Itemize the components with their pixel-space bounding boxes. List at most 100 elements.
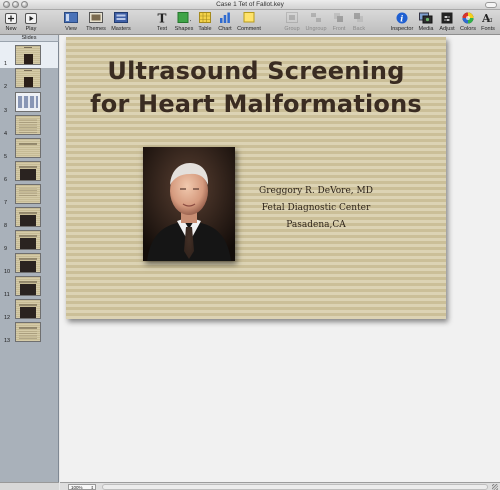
chart-icon — [218, 12, 232, 24]
info-icon: i — [395, 12, 409, 24]
slide-title-line-2: for Heart Malformations — [90, 90, 422, 118]
text-icon: T — [155, 12, 169, 24]
themes-button[interactable]: Themes — [84, 12, 108, 32]
slide-number-3: 3 — [4, 108, 8, 114]
front-label: Front — [332, 26, 346, 32]
current-slide[interactable]: Ultrasound Screening for Heart Malformat… — [66, 37, 446, 319]
slide-number-10: 10 — [4, 269, 11, 275]
ungroup-icon — [309, 12, 323, 24]
slide-number-11: 11 — [4, 292, 10, 298]
view-button[interactable]: View — [59, 12, 83, 32]
slide-thumbnail-10[interactable] — [15, 253, 41, 273]
new-label: New — [5, 26, 17, 32]
group-label: Group — [284, 26, 300, 32]
slide-thumbnail-8[interactable] — [15, 207, 41, 227]
slide-thumbnail-7[interactable] — [15, 184, 41, 204]
slide-number-9: 9 — [4, 246, 8, 252]
presenter-portrait-image — [143, 147, 235, 261]
chart-button[interactable]: Chart — [213, 12, 237, 32]
slide-thumbnail-4[interactable] — [15, 115, 41, 135]
toolbar: New Play View Themes Masters T Text Shap… — [0, 10, 500, 35]
adjust-icon — [440, 12, 454, 24]
slide-number-2: 2 — [4, 84, 8, 90]
back-label: Back — [352, 26, 366, 32]
slide-thumbnail-5[interactable] — [15, 138, 41, 158]
inspector-label: Inspector — [390, 26, 414, 32]
slide-number-5: 5 — [4, 154, 8, 160]
fonts-button[interactable]: Aa Fonts — [476, 12, 500, 32]
fonts-icon: Aa — [481, 12, 495, 24]
slide-thumbnail-1[interactable]: ▬▬▬▬ — [15, 45, 41, 65]
chart-label: Chart — [218, 26, 232, 32]
media-label: Media — [418, 26, 434, 32]
slide-number-8: 8 — [4, 223, 8, 229]
group-button[interactable]: Group — [280, 12, 304, 32]
canvas-bottom-bar: 100% ⇕ — [60, 482, 500, 490]
comment-label: Comment — [237, 26, 261, 32]
inspector-button[interactable]: i Inspector — [390, 12, 414, 32]
slide-number-1: 1 — [4, 61, 8, 67]
slide-thumbnail-13[interactable] — [15, 322, 41, 342]
table-icon — [198, 12, 212, 24]
presenter-info[interactable]: Greggory R. DeVore, MD Fetal Diagnostic … — [241, 183, 391, 234]
presenter-affiliation: Fetal Diagnostic Center — [261, 203, 371, 213]
slide-number-4: 4 — [4, 131, 8, 137]
view-label: View — [65, 26, 77, 32]
slide-navigator[interactable]: 1 ▬▬▬▬ 2 ▬▬▬▬ 3 4 5 6 7 8 9 10 11 12 13 — [0, 42, 59, 482]
slide-number-7: 7 — [4, 200, 8, 206]
media-icon — [419, 12, 433, 24]
slide-thumbnail-3[interactable] — [15, 92, 41, 112]
send-back-icon — [352, 12, 366, 24]
table-label: Table — [198, 26, 212, 32]
text-label: Text — [156, 26, 168, 32]
masters-icon — [114, 12, 128, 24]
slide-number-12: 12 — [4, 315, 11, 321]
navigator-footer — [0, 482, 59, 490]
text-button[interactable]: T Text — [150, 12, 174, 32]
slide-thumbnail-12[interactable] — [15, 299, 41, 319]
shapes-icon — [177, 12, 191, 24]
svg-text:i: i — [400, 14, 403, 24]
presenter-location: Pasadena,CA — [286, 220, 346, 230]
toolbar-toggle-button[interactable] — [485, 2, 497, 8]
slide-thumbnail-2[interactable]: ▬▬▬▬ — [15, 68, 41, 88]
comment-icon — [242, 12, 256, 24]
plus-icon — [4, 12, 18, 24]
group-icon — [285, 12, 299, 24]
themes-label: Themes — [86, 26, 106, 32]
chevron-updown-icon: ⇕ — [90, 485, 94, 490]
presenter-name: Greggory R. DeVore, MD — [259, 186, 373, 196]
svg-text:a: a — [489, 16, 493, 24]
play-icon — [24, 12, 38, 24]
colors-label: Colors — [460, 26, 476, 32]
slide-thumbnail-6[interactable] — [15, 161, 41, 181]
masters-button[interactable]: Masters — [109, 12, 133, 32]
zoom-select[interactable]: 100% ⇕ — [68, 484, 96, 490]
masters-label: Masters — [111, 26, 131, 32]
ungroup-button[interactable]: Ungroup — [304, 12, 328, 32]
horizontal-scrollbar[interactable] — [102, 484, 488, 490]
comment-button[interactable]: Comment — [237, 12, 261, 32]
resize-grip-icon[interactable] — [492, 484, 498, 490]
window-titlebar: Case 1 Tet of Fallot.key — [0, 0, 500, 10]
themes-icon — [89, 12, 103, 24]
fonts-label: Fonts — [481, 26, 495, 32]
navigator-header: Slides — [0, 35, 59, 42]
view-icon — [64, 12, 78, 24]
slide-thumbnail-9[interactable] — [15, 230, 41, 250]
slide-title[interactable]: Ultrasound Screening for Heart Malformat… — [66, 55, 446, 121]
window-title: Case 1 Tet of Fallot.key — [216, 1, 284, 8]
svg-text:T: T — [158, 12, 167, 24]
slide-thumbnail-11[interactable] — [15, 276, 41, 296]
slide-title-line-1: Ultrasound Screening — [107, 57, 405, 85]
bring-front-icon — [332, 12, 346, 24]
zoom-value: 100% — [71, 485, 83, 490]
play-button[interactable]: Play — [19, 12, 43, 32]
slide-canvas[interactable]: Ultrasound Screening for Heart Malformat… — [60, 35, 500, 482]
presenter-photo[interactable] — [143, 147, 235, 261]
slide-number-13: 13 — [4, 338, 11, 344]
play-label: Play — [25, 26, 37, 32]
back-button[interactable]: Back — [347, 12, 371, 32]
shapes-label: Shapes — [174, 26, 194, 32]
color-wheel-icon — [461, 12, 475, 24]
